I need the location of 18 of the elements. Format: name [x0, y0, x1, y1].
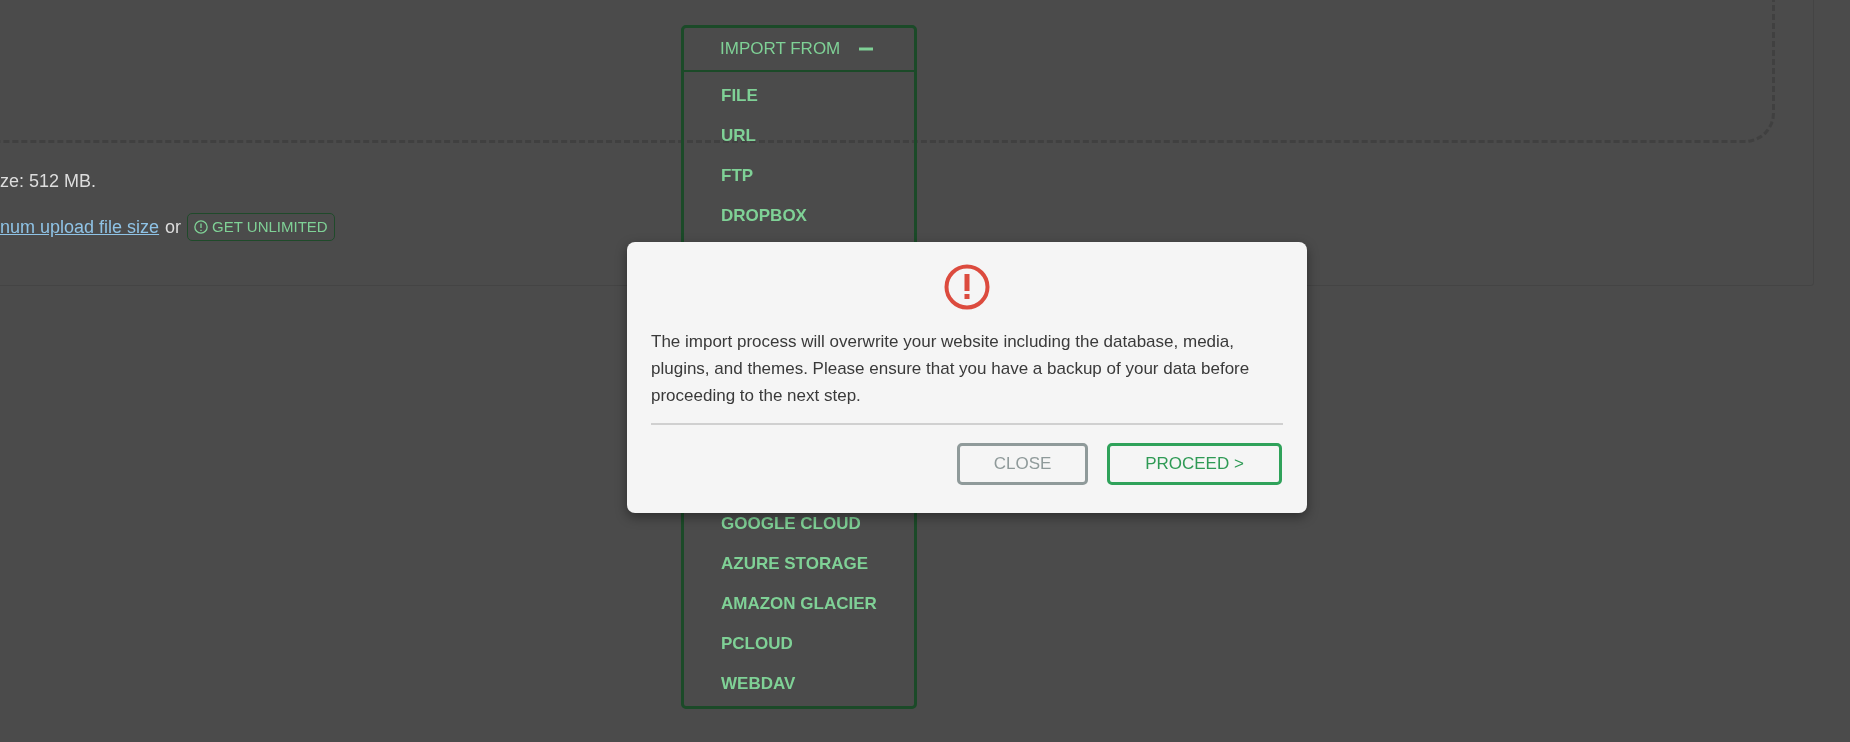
- alert-icon: [194, 220, 209, 234]
- upload-size-link[interactable]: num upload file size: [0, 213, 160, 241]
- menu-item[interactable]: AMAZON GLACIER: [721, 584, 914, 624]
- close-button[interactable]: CLOSE: [957, 443, 1088, 485]
- menu-item[interactable]: DROPBOX: [721, 196, 914, 236]
- menu-item[interactable]: URL: [721, 116, 914, 156]
- menu-item[interactable]: FILE: [721, 76, 914, 116]
- menu-item[interactable]: WEBDAV: [721, 664, 914, 704]
- get-unlimited-button[interactable]: GET UNLIMITED: [187, 213, 335, 241]
- import-from-header[interactable]: IMPORT FROM: [684, 28, 914, 72]
- max-size-text: ze: 512 MB.: [0, 170, 98, 193]
- warning-message: The import process will overwrite your website including the database, media, plugins, and themes. Please ensure that you have a backup of your data before proceeding to the next step.: [651, 331, 1251, 407]
- proceed-button[interactable]: PROCEED >: [1107, 443, 1282, 485]
- menu-item[interactable]: AZURE STORAGE: [721, 544, 914, 584]
- menu-item[interactable]: PCLOUD: [721, 624, 914, 664]
- or-text: or: [165, 215, 182, 239]
- menu-item[interactable]: FTP: [721, 156, 914, 196]
- warning-icon: [944, 264, 990, 310]
